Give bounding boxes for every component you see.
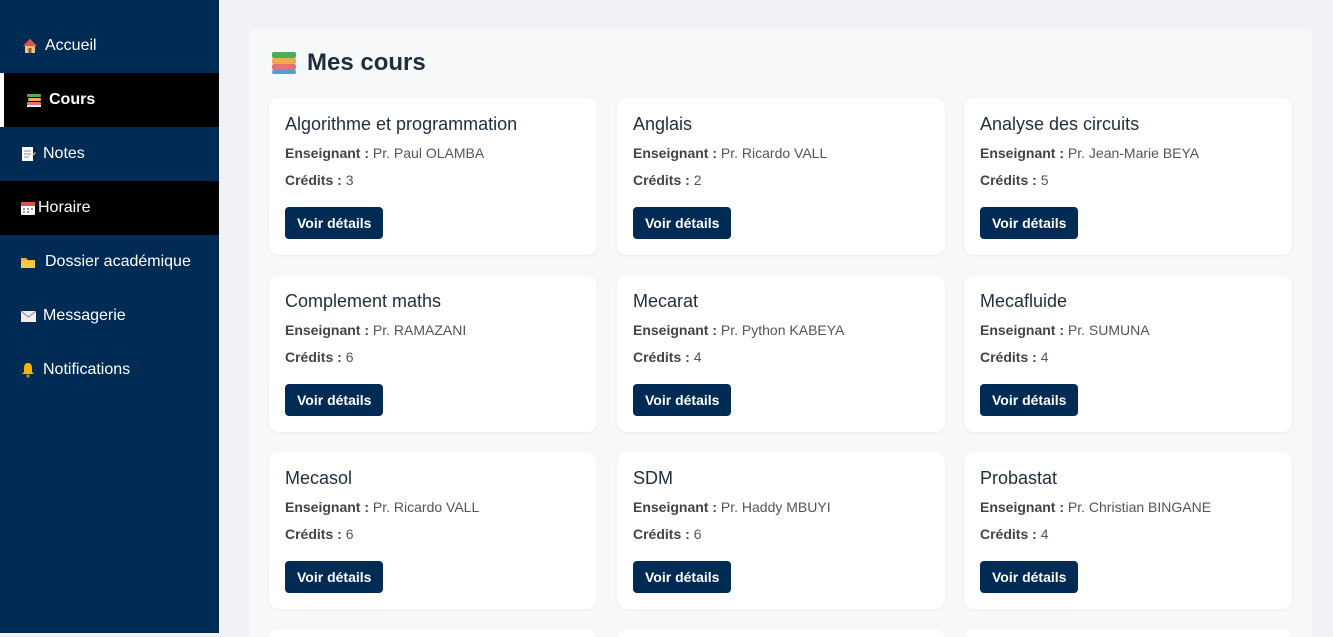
envelope-icon <box>20 308 37 324</box>
course-name: Analyse des circuits <box>980 114 1140 134</box>
view-details-button[interactable]: Voir détails <box>633 561 732 593</box>
course-credits: Crédits : 3 <box>285 172 354 188</box>
sidebar-item-horaire[interactable]: Horaire <box>0 181 219 235</box>
course-card: Mecasol Enseignant : Pr. Ricardo VALL Cr… <box>269 452 597 609</box>
house-icon <box>22 38 38 54</box>
course-credits: Crédits : 6 <box>633 526 702 542</box>
course-name: Mecarat <box>633 291 699 311</box>
calendar-icon <box>20 200 36 216</box>
books-icon <box>271 50 297 76</box>
view-details-button[interactable]: Voir détails <box>285 207 384 239</box>
course-card: Analyse des circuits Enseignant : Pr. Je… <box>964 98 1292 255</box>
view-details-button[interactable]: Voir détails <box>285 561 384 593</box>
view-details-button[interactable]: Voir détails <box>633 207 732 239</box>
course-name: Complement maths <box>285 291 442 311</box>
course-teacher: Enseignant : Pr. Ricardo VALL <box>285 499 480 515</box>
sidebar-item-label: Dossier académique <box>45 253 191 270</box>
course-credits: Crédits : 4 <box>980 526 1049 542</box>
course-card <box>964 629 1292 637</box>
books-icon <box>26 92 42 108</box>
course-credits: Crédits : 4 <box>633 349 702 365</box>
bell-icon <box>20 362 36 378</box>
course-teacher: Enseignant : Pr. Ricardo VALL <box>633 145 828 161</box>
view-details-button[interactable]: Voir détails <box>980 561 1079 593</box>
sidebar-item-accueil[interactable]: Accueil <box>0 19 219 73</box>
view-details-button[interactable]: Voir détails <box>285 384 384 416</box>
course-card: Anglais Enseignant : Pr. Ricardo VALL Cr… <box>617 98 945 255</box>
page-title-text: Mes cours <box>307 49 426 76</box>
folder-icon <box>20 254 36 270</box>
sidebar: Accueil Cours Notes Horaire Dossier acad… <box>0 0 219 633</box>
course-teacher: Enseignant : Pr. Haddy MBUYI <box>633 499 831 515</box>
course-credits: Crédits : 2 <box>633 172 702 188</box>
course-teacher: Enseignant : Pr. Jean-Marie BEYA <box>980 145 1200 161</box>
course-credits: Crédits : 6 <box>285 349 354 365</box>
sidebar-item-label: Notifications <box>43 361 131 378</box>
sidebar-item-label: Cours <box>49 91 96 108</box>
sidebar-item-label: Horaire <box>38 199 91 216</box>
course-card: SDM Enseignant : Pr. Haddy MBUYI Crédits… <box>617 452 945 609</box>
sidebar-item-label: Accueil <box>45 37 97 54</box>
view-details-button[interactable]: Voir détails <box>980 207 1079 239</box>
course-card <box>269 629 597 637</box>
sidebar-item-notes[interactable]: Notes <box>0 127 219 181</box>
course-credits: Crédits : 4 <box>980 349 1049 365</box>
course-card: Mecarat Enseignant : Pr. Python KABEYA C… <box>617 275 945 432</box>
course-teacher: Enseignant : Pr. RAMAZANI <box>285 322 467 338</box>
course-name: Mecasol <box>285 468 353 488</box>
course-card: Mecafluide Enseignant : Pr. SUMUNA Crédi… <box>964 275 1292 432</box>
course-card <box>617 629 945 637</box>
course-name: SDM <box>633 468 673 488</box>
course-teacher: Enseignant : Pr. Christian BINGANE <box>980 499 1212 515</box>
course-teacher: Enseignant : Pr. SUMUNA <box>980 322 1150 338</box>
course-card: Complement maths Enseignant : Pr. RAMAZA… <box>269 275 597 432</box>
sidebar-item-dossier-academique[interactable]: Dossier académique <box>0 235 219 289</box>
course-name: Algorithme et programmation <box>285 114 518 134</box>
sidebar-item-label: Notes <box>43 145 85 162</box>
memo-icon <box>20 146 36 162</box>
course-name: Mecafluide <box>980 291 1068 311</box>
view-details-button[interactable]: Voir détails <box>633 384 732 416</box>
sidebar-item-cours[interactable]: Cours <box>0 73 219 127</box>
course-card: Algorithme et programmation Enseignant :… <box>269 98 597 255</box>
page-title: Mes cours <box>271 49 426 77</box>
course-credits: Crédits : 5 <box>980 172 1049 188</box>
sidebar-item-notifications[interactable]: Notifications <box>0 343 219 397</box>
course-credits: Crédits : 6 <box>285 526 354 542</box>
course-card: Probastat Enseignant : Pr. Christian BIN… <box>964 452 1292 609</box>
course-teacher: Enseignant : Pr. Paul OLAMBA <box>285 145 485 161</box>
course-name: Anglais <box>633 114 693 134</box>
course-teacher: Enseignant : Pr. Python KABEYA <box>633 322 845 338</box>
sidebar-item-messagerie[interactable]: Messagerie <box>0 289 219 343</box>
view-details-button[interactable]: Voir détails <box>980 384 1079 416</box>
sidebar-item-label: Messagerie <box>43 307 126 324</box>
course-name: Probastat <box>980 468 1058 488</box>
